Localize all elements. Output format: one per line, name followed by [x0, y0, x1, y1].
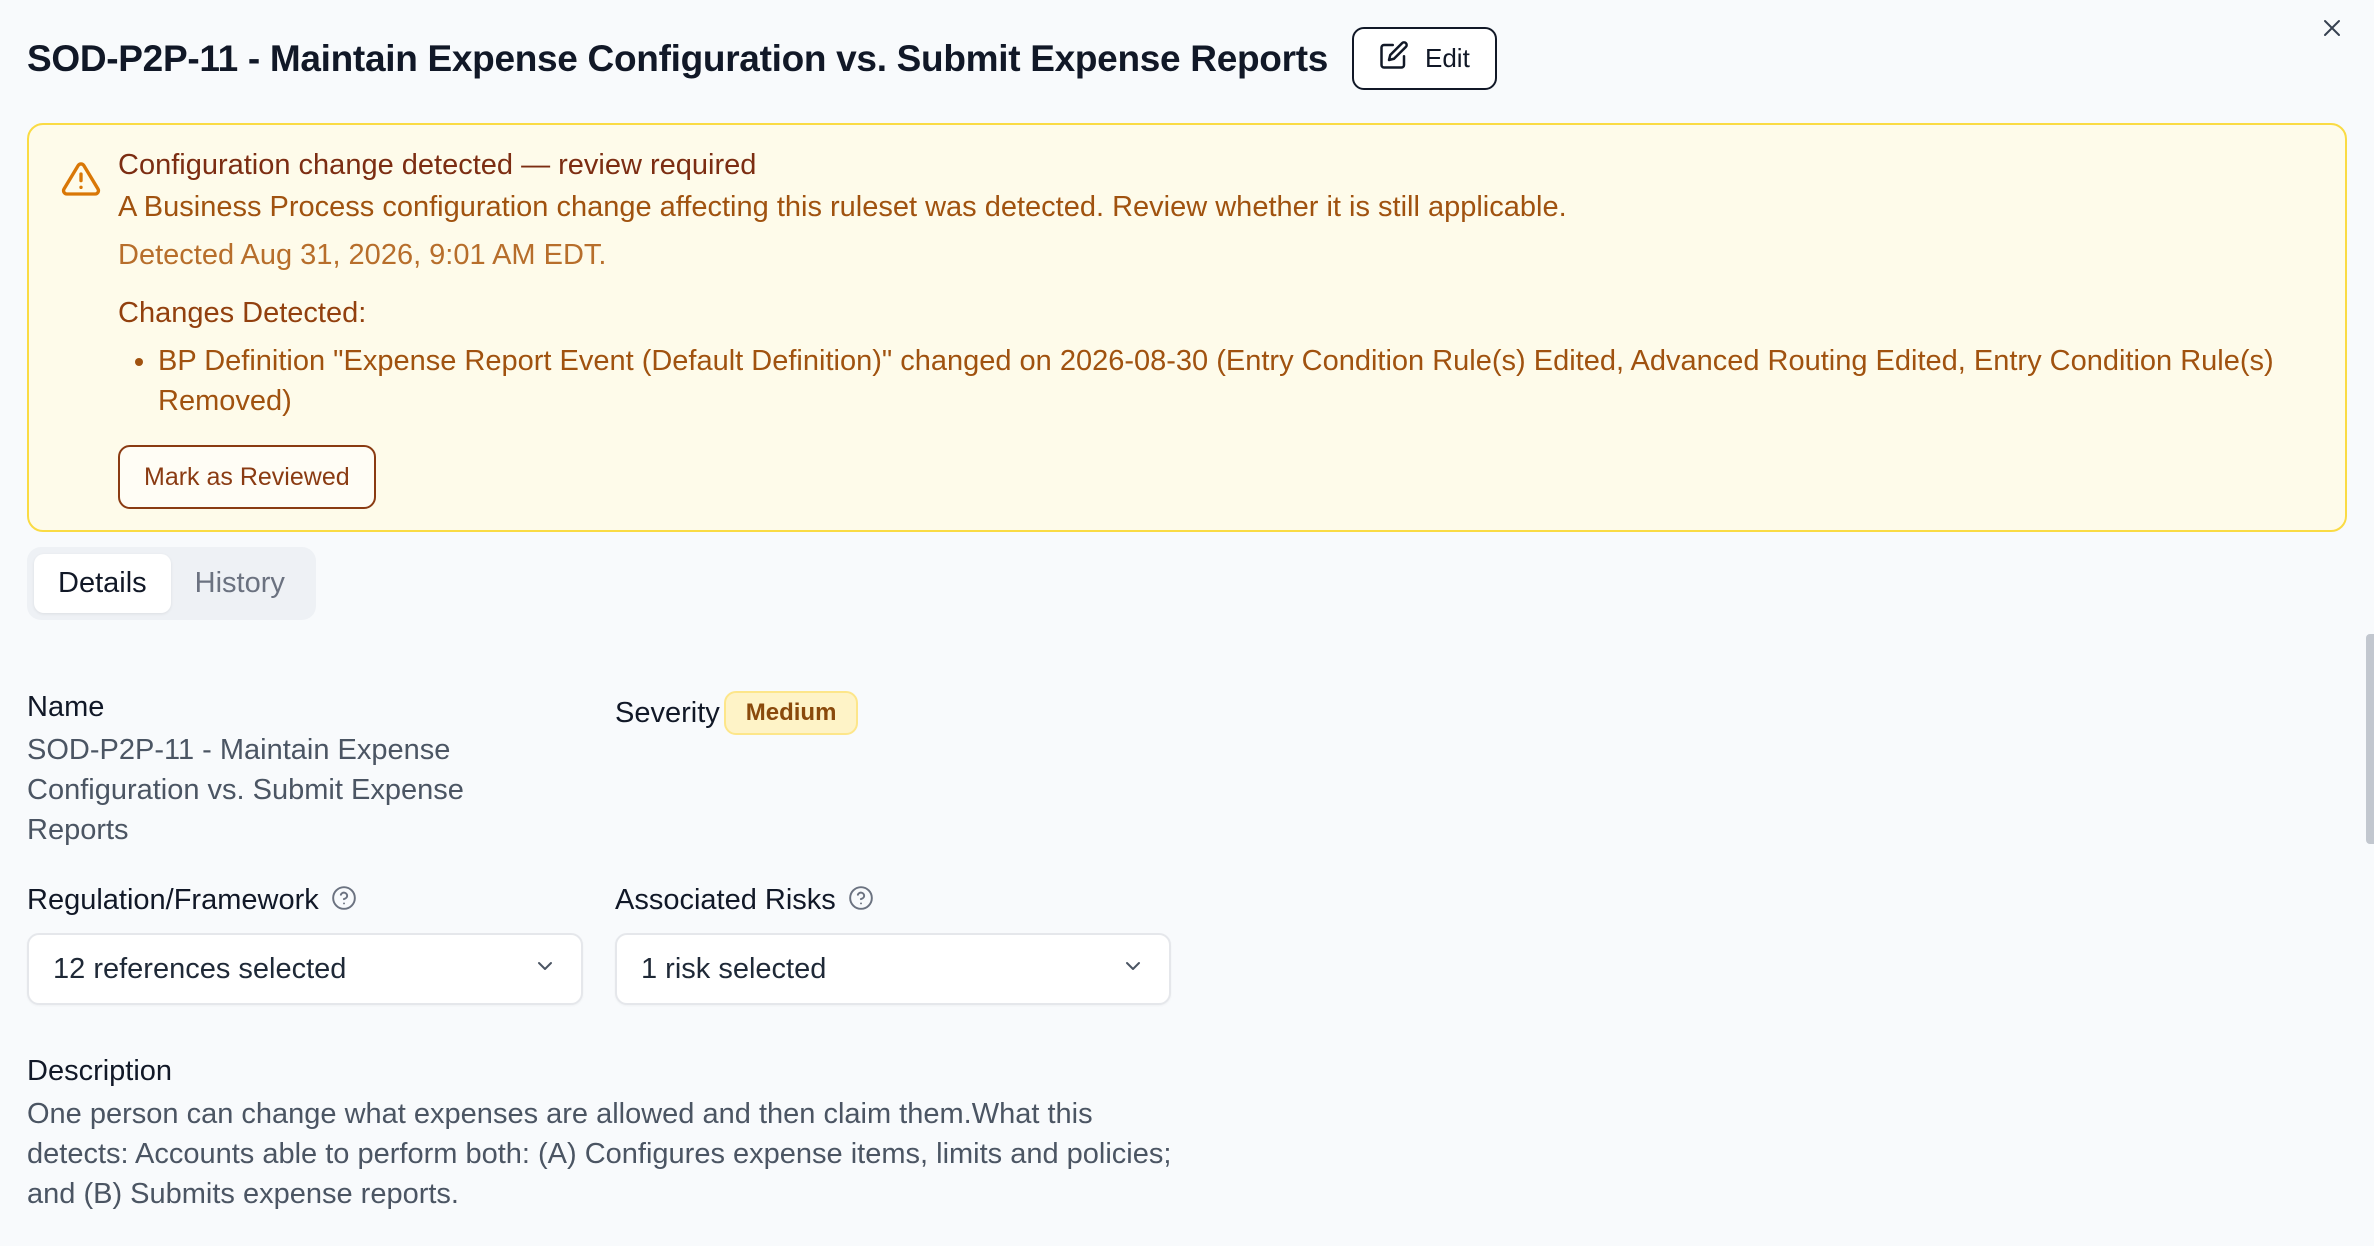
help-icon[interactable] — [848, 885, 874, 916]
regulation-select-value: 12 references selected — [53, 952, 347, 985]
name-field: Name SOD-P2P-11 - Maintain Expense Confi… — [27, 691, 527, 850]
edit-icon — [1379, 40, 1409, 77]
alert-description: A Business Process configuration change … — [118, 191, 1567, 223]
alert-detected-time: Detected Aug 31, 2026, 9:01 AM EDT. — [118, 239, 607, 271]
panel-header: SOD-P2P-11 - Maintain Expense Configurat… — [27, 27, 1497, 90]
regulation-field: Regulation/Framework 12 references selec… — [27, 880, 583, 1005]
change-item: BP Definition "Expense Report Event (Def… — [158, 341, 2305, 421]
chevron-down-icon — [533, 953, 557, 986]
risks-select-value: 1 risk selected — [641, 952, 827, 985]
changes-detected-label: Changes Detected: — [118, 297, 367, 329]
description-value: One person can change what expenses are … — [27, 1098, 1172, 1210]
description-field: Description One person can change what e… — [27, 1055, 1187, 1214]
regulation-select[interactable]: 12 references selected — [27, 933, 583, 1005]
severity-label: Severity — [615, 696, 720, 729]
warning-icon — [61, 159, 101, 199]
close-button[interactable] — [2312, 10, 2352, 50]
help-icon[interactable] — [331, 885, 357, 916]
associated-risks-field: Associated Risks 1 risk selected — [615, 880, 1171, 1005]
associated-risks-label: Associated Risks — [615, 883, 836, 916]
regulation-label: Regulation/Framework — [27, 883, 319, 916]
alert-heading: Configuration change detected — review r… — [118, 149, 757, 181]
tab-history[interactable]: History — [171, 554, 309, 613]
mark-as-reviewed-button[interactable]: Mark as Reviewed — [118, 445, 376, 509]
edit-button[interactable]: Edit — [1352, 27, 1497, 90]
severity-field: Severity Medium — [615, 691, 859, 735]
scrollbar[interactable] — [2366, 634, 2374, 844]
name-value: SOD-P2P-11 - Maintain Expense Configurat… — [27, 734, 464, 846]
edit-button-label: Edit — [1425, 43, 1470, 73]
alert-body: Configuration change detected — review r… — [118, 145, 2305, 509]
description-label: Description — [27, 1055, 173, 1087]
tab-bar: Details History — [27, 547, 316, 620]
changes-list: BP Definition "Expense Report Event (Def… — [118, 341, 2305, 421]
expense-ruleset-panel: SOD-P2P-11 - Maintain Expense Configurat… — [0, 0, 2374, 1246]
name-label: Name — [27, 691, 105, 723]
page-title: SOD-P2P-11 - Maintain Expense Configurat… — [27, 37, 1328, 79]
chevron-down-icon — [1121, 953, 1145, 986]
tab-details[interactable]: Details — [34, 554, 171, 613]
severity-badge: Medium — [723, 691, 859, 735]
config-change-alert: Configuration change detected — review r… — [27, 123, 2347, 532]
close-icon — [2320, 16, 2344, 45]
associated-risks-select[interactable]: 1 risk selected — [615, 933, 1171, 1005]
